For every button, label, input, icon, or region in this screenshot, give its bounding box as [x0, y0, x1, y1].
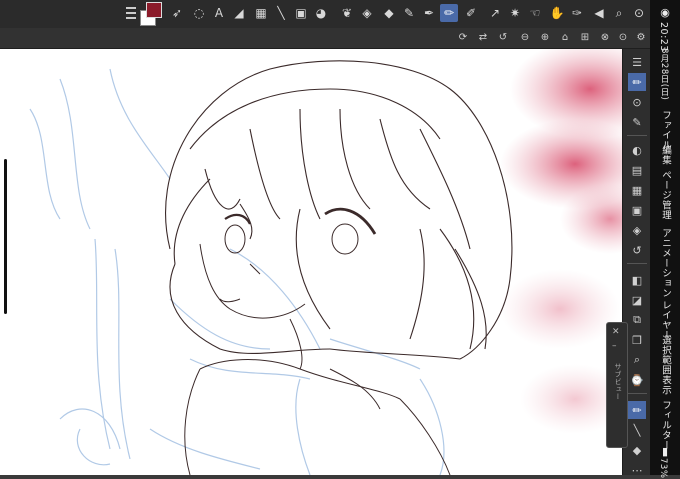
flip-icon[interactable]: ⇄ [476, 30, 490, 44]
pencil-icon[interactable]: ✏ [440, 4, 458, 22]
menu-bar: ◉ 20:23 8月28日(日) ファイル 編集 ページ管理 アニメーション レ… [650, 0, 680, 479]
reset-icon[interactable]: ↺ [496, 30, 510, 44]
layer-property-icon[interactable]: ◪ [628, 291, 646, 309]
menu-page[interactable]: ページ管理 [658, 170, 672, 220]
subtool-icon[interactable]: ⊙ [628, 93, 646, 111]
status-battery: 73% [658, 458, 668, 479]
artwork [29, 49, 622, 475]
rotate-icon[interactable]: ⟳ [456, 30, 470, 44]
subview-title: サブビュー [614, 363, 622, 401]
fill-icon[interactable]: ◕ [312, 4, 330, 22]
eyedropper-icon[interactable]: ✑ [568, 4, 586, 22]
more-icon[interactable]: ⋯ [628, 461, 646, 479]
command-bar: ⟳ ⇄ ↺ ⊖ ⊕ ⌂ ⊞ ⊗ ⊙ ⚙ [0, 28, 650, 49]
fit-icon[interactable]: ⌂ [558, 30, 572, 44]
frame-icon[interactable]: ▦ [252, 4, 270, 22]
ruler-icon[interactable]: ⊞ [578, 30, 592, 44]
menu-edit[interactable]: 編集 [658, 145, 672, 165]
operation-icon[interactable]: ◢ [230, 4, 248, 22]
gradient-icon[interactable]: ▣ [292, 4, 310, 22]
property-icon[interactable]: ✎ [628, 113, 646, 131]
figure-icon[interactable]: ◈ [358, 4, 376, 22]
menu-animation[interactable]: アニメーション [658, 228, 672, 298]
panel-close-icon[interactable]: ✕ [612, 327, 620, 337]
color-set-icon[interactable]: ▦ [628, 181, 646, 199]
approx-color-icon[interactable]: ◈ [628, 221, 646, 239]
color-slider-icon[interactable]: ▤ [628, 161, 646, 179]
eraser-small-icon[interactable]: ◆ [628, 441, 646, 459]
settings-icon[interactable]: ⚙ [634, 30, 648, 44]
text-icon[interactable]: A [210, 4, 228, 22]
intermediate-color-icon[interactable]: ▣ [628, 201, 646, 219]
decoration-icon[interactable]: ✷ [506, 4, 524, 22]
hand-icon[interactable]: ✋ [548, 4, 566, 22]
foreground-color[interactable] [146, 2, 162, 18]
status-date: 8月28日(日) [659, 48, 669, 101]
layer-icon[interactable]: ◧ [628, 271, 646, 289]
snap-icon[interactable]: ⊗ [598, 30, 612, 44]
history-icon[interactable]: ↺ [628, 241, 646, 259]
drawing-canvas[interactable] [0, 49, 622, 475]
navigator-icon[interactable]: ⧉ [628, 311, 646, 329]
pencil-small-icon[interactable]: ✏ [628, 401, 646, 419]
menu-filter[interactable]: フィルター [658, 400, 672, 450]
menu-selection[interactable]: 選択範囲 [658, 335, 672, 375]
menu-icon[interactable]: ☰ [628, 53, 646, 71]
zoom-icon[interactable]: ⊙ [630, 4, 648, 22]
auto-select-icon[interactable]: ☜ [526, 4, 544, 22]
timeline-icon[interactable]: ⌚ [628, 371, 646, 389]
panel-minimize-icon[interactable]: – [612, 341, 617, 351]
battery-icon: ▮ [661, 445, 669, 458]
speaker-icon[interactable]: ◀ [590, 4, 608, 22]
line-small-icon[interactable]: ╲ [628, 421, 646, 439]
airbrush-icon[interactable]: ↗ [486, 4, 504, 22]
zoom-in-icon[interactable]: ⊕ [538, 30, 552, 44]
top-toolbar: ➶ ◌ A ◢ ▦ ╲ ▣ ◕ ❦ ◈ ◆ ✎ ✒ ✏ ✐ ↗ ✷ ☜ ✋ ✑ … [0, 0, 650, 29]
scroll-indicator[interactable] [4, 159, 7, 314]
subview-panel[interactable]: ✕ – サブビュー [606, 322, 628, 448]
zoom-out-icon[interactable]: ⊖ [518, 30, 532, 44]
menu-layer[interactable]: レイヤー [658, 300, 672, 340]
pen-icon[interactable]: ✒ [420, 4, 438, 22]
material-icon[interactable]: ❒ [628, 331, 646, 349]
search-layer-icon[interactable]: ⌕ [628, 351, 646, 369]
move-icon[interactable]: ➶ [168, 4, 186, 22]
brush-icon[interactable]: ✐ [462, 4, 480, 22]
blend-icon[interactable]: ❦ [338, 4, 356, 22]
search-icon[interactable]: ⌕ [610, 4, 628, 22]
menu-view[interactable]: 表示 [658, 375, 672, 395]
brush-tool-icon[interactable]: ✏ [628, 73, 646, 91]
lasso-icon[interactable]: ◌ [190, 4, 208, 22]
line-icon[interactable]: ╲ [272, 4, 290, 22]
eraser-icon[interactable]: ◆ [380, 4, 398, 22]
color-swatch[interactable] [140, 2, 164, 26]
wifi-icon: ◉ [660, 6, 670, 19]
colorset-icon[interactable]: ✎ [400, 4, 418, 22]
grid-icon[interactable]: ⊙ [616, 30, 630, 44]
toolbar-menu-icon[interactable] [126, 4, 136, 22]
menu-file[interactable]: ファイル [658, 110, 672, 150]
color-wheel-icon[interactable]: ◐ [628, 141, 646, 159]
